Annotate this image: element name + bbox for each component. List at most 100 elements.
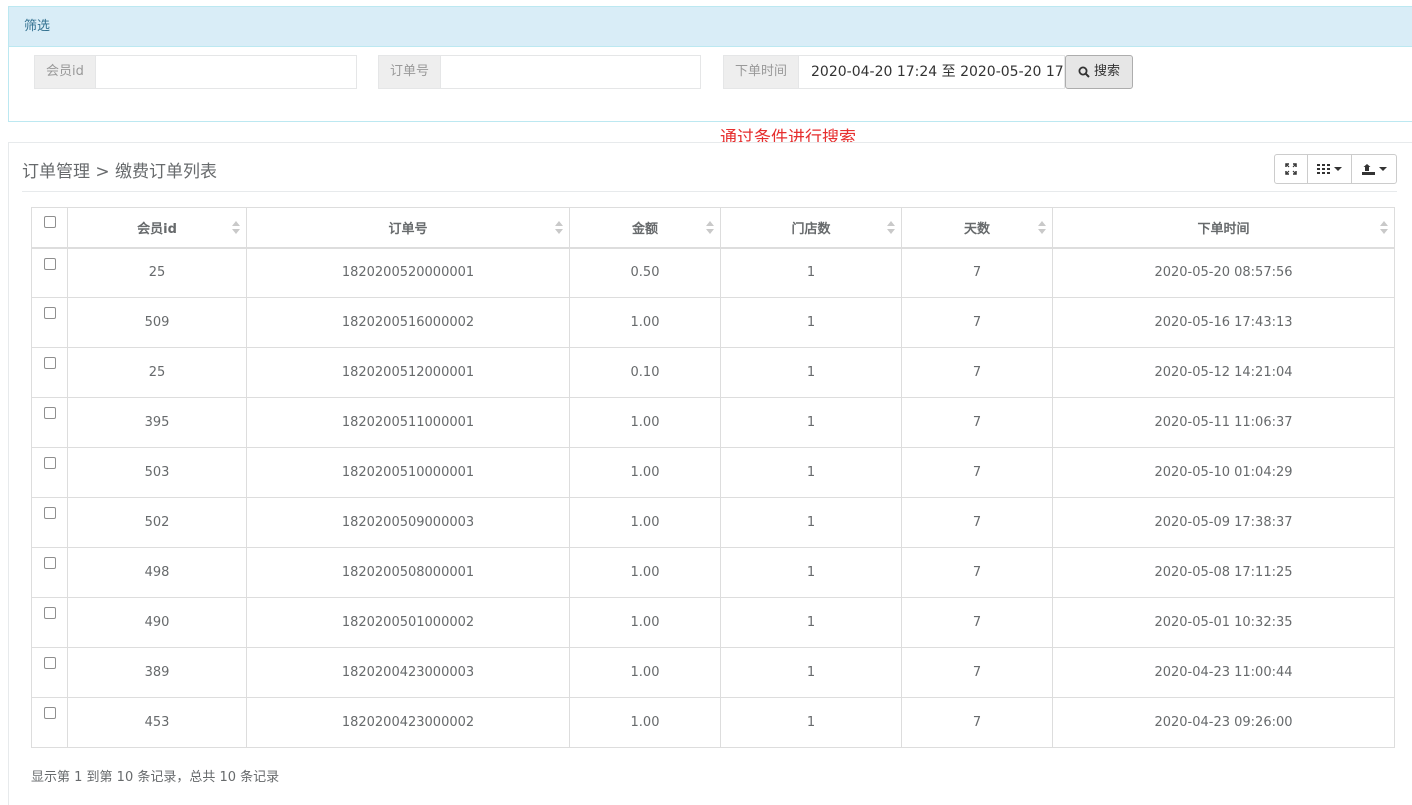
row-checkbox[interactable]	[43, 257, 56, 270]
store-count-cell: 1	[720, 397, 902, 448]
order-time-cell: 2020-05-12 14:21:04	[1052, 347, 1395, 398]
order-no-cell: 1820200501000002	[246, 597, 570, 648]
row-checkbox[interactable]	[43, 457, 56, 469]
amount-cell: 1.00	[569, 647, 721, 698]
order-time-cell: 2020-05-16 17:43:13	[1052, 297, 1395, 348]
search-icon	[1078, 66, 1090, 78]
row-checkbox[interactable]	[43, 607, 56, 619]
row-checkbox[interactable]	[43, 507, 56, 519]
order-time-cell: 2020-05-09 17:38:37	[1052, 497, 1395, 548]
amount-cell: 1.00	[569, 497, 721, 548]
member-id-cell: 498	[67, 547, 247, 598]
table-row[interactable]: 395 1820200511000001 1.00 1 7 2020-05-11 11:0…	[31, 397, 1395, 448]
sort-icon	[887, 221, 895, 235]
days-cell: 7	[901, 247, 1053, 298]
days-cell: 7	[901, 647, 1053, 698]
order-no-cell: 1820200508000001	[246, 547, 570, 598]
column-header-order-time[interactable]: 下单时间	[1052, 207, 1395, 249]
member-id-cell: 502	[67, 497, 247, 548]
amount-cell: 0.50	[569, 247, 721, 298]
sort-icon	[1038, 221, 1046, 235]
row-select-cell	[31, 547, 68, 598]
order-time-range-input[interactable]: 2020-04-20 17:24 至 2020-05-20 17:24	[798, 55, 1066, 89]
order-no-cell: 1820200509000003	[246, 497, 570, 548]
amount-cell: 1.00	[569, 597, 721, 648]
store-count-cell: 1	[720, 597, 902, 648]
member-id-input[interactable]	[94, 55, 357, 89]
column-header-store-count[interactable]: 门店数	[720, 207, 902, 249]
table-row[interactable]: 509 1820200516000002 1.00 1 7 2020-05-16 17:4…	[31, 297, 1395, 348]
row-select-cell	[31, 347, 68, 398]
days-cell: 7	[901, 397, 1053, 448]
column-header-days[interactable]: 天数	[901, 207, 1053, 249]
table-row[interactable]: 502 1820200509000003 1.00 1 7 2020-05-09 17:3…	[31, 497, 1395, 548]
days-cell: 7	[901, 547, 1053, 598]
table-row[interactable]: 490 1820200501000002 1.00 1 7 2020-05-01 10:3…	[31, 597, 1395, 648]
row-select-cell	[31, 697, 68, 748]
fullscreen-icon	[1285, 163, 1297, 175]
days-cell: 7	[901, 497, 1053, 548]
search-button-label: 搜索	[1094, 64, 1121, 79]
order-time-cell: 2020-05-08 17:11:25	[1052, 547, 1395, 598]
search-button[interactable]: 搜索	[1065, 55, 1134, 89]
row-checkbox[interactable]	[43, 407, 56, 419]
amount-cell: 1.00	[569, 447, 721, 498]
row-checkbox[interactable]	[43, 307, 56, 319]
member-id-filter: 会员id	[34, 55, 357, 89]
member-id-cell: 490	[67, 597, 247, 648]
sort-icon	[1380, 221, 1388, 235]
member-id-cell: 395	[67, 397, 247, 448]
order-no-cell: 1820200512000001	[246, 347, 570, 398]
order-no-cell: 1820200510000001	[246, 447, 570, 498]
list-title-row: 订单管理 > 缴费订单列表	[22, 154, 1397, 192]
table-row[interactable]: 389 1820200423000003 1.00 1 7 2020-04-23 11:0…	[31, 647, 1395, 698]
order-no-cell: 1820200423000003	[246, 647, 570, 698]
sort-icon	[706, 221, 714, 235]
table-toolbar	[1274, 154, 1397, 184]
column-header-amount[interactable]: 金额	[569, 207, 721, 249]
row-select-cell	[31, 397, 68, 448]
store-count-cell: 1	[720, 447, 902, 498]
amount-cell: 0.10	[569, 347, 721, 398]
member-id-cell: 389	[67, 647, 247, 698]
row-checkbox[interactable]	[43, 657, 56, 669]
row-select-cell	[31, 647, 68, 698]
days-cell: 7	[901, 697, 1053, 748]
member-id-cell: 25	[67, 247, 247, 298]
columns-icon	[1317, 164, 1330, 174]
filter-heading: 筛选	[9, 7, 1412, 47]
store-count-cell: 1	[720, 347, 902, 398]
amount-cell: 1.00	[569, 697, 721, 748]
chevron-down-icon	[1334, 167, 1342, 171]
sort-icon	[232, 221, 240, 235]
table-row[interactable]: 498 1820200508000001 1.00 1 7 2020-05-08 17:1…	[31, 547, 1395, 598]
columns-button[interactable]	[1307, 154, 1352, 184]
column-header-member-id[interactable]: 会员id	[67, 207, 247, 249]
row-checkbox[interactable]	[43, 707, 56, 719]
member-id-cell: 509	[67, 297, 247, 348]
table-row[interactable]: 453 1820200423000002 1.00 1 7 2020-04-23 09:2…	[31, 697, 1395, 748]
page-title: 订单管理 > 缴费订单列表	[22, 162, 218, 182]
store-count-cell: 1	[720, 547, 902, 598]
table-row[interactable]: 25 1820200512000001 0.10 1 7 2020-05-12 14:21…	[31, 347, 1395, 398]
days-cell: 7	[901, 447, 1053, 498]
order-no-input[interactable]	[440, 55, 702, 89]
export-button[interactable]	[1351, 154, 1397, 184]
column-header-order-no[interactable]: 订单号	[246, 207, 570, 249]
table-row[interactable]: 503 1820200510000001 1.00 1 7 2020-05-10 01:0…	[31, 447, 1395, 498]
table-row[interactable]: 25 1820200520000001 0.50 1 7 2020-05-20 08:57…	[31, 247, 1395, 298]
select-all-checkbox[interactable]	[43, 216, 56, 228]
sort-icon	[555, 221, 563, 235]
member-id-cell: 453	[67, 697, 247, 748]
member-id-cell: 25	[67, 347, 247, 398]
chevron-down-icon	[1378, 167, 1387, 171]
amount-cell: 1.00	[569, 547, 721, 598]
orders-table: 会员id 订单号 金额 门店数 天数 下单时间 25 18202005200000…	[31, 207, 1395, 748]
row-select-cell	[31, 447, 68, 498]
order-no-filter: 订单号	[378, 55, 702, 89]
row-checkbox[interactable]	[43, 357, 56, 369]
order-no-label: 订单号	[378, 55, 441, 89]
order-no-cell: 1820200511000001	[246, 397, 570, 448]
row-checkbox[interactable]	[43, 557, 56, 569]
fullscreen-button[interactable]	[1274, 154, 1308, 184]
